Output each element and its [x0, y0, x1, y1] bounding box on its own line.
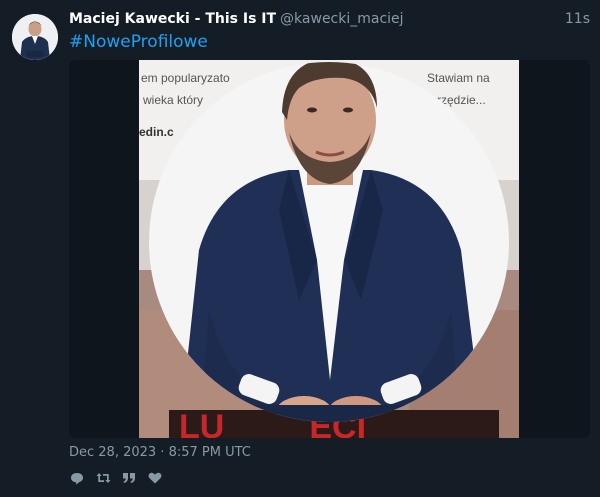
retweet-button[interactable] — [95, 470, 111, 486]
tweet-date[interactable]: Dec 28, 2023 · 8:57 PM UTC — [69, 445, 251, 460]
tweet-media[interactable]: em popularyzato Stawiam na wieka który r… — [69, 60, 590, 438]
avatar[interactable] — [12, 14, 58, 60]
bg-text-line1: em popularyzato — [141, 71, 230, 85]
author-name[interactable]: Maciej Kawecki - This Is IT — [69, 11, 276, 27]
quote-icon — [123, 473, 135, 483]
reply-icon — [71, 472, 83, 485]
like-button[interactable] — [147, 470, 163, 486]
tweet-time[interactable]: 11s — [565, 11, 590, 27]
hashtag-link[interactable]: #NoweProfilowe — [69, 32, 208, 52]
bg-text-line3: edin.c — [139, 125, 174, 139]
reply-button[interactable] — [69, 470, 85, 486]
profile-photo: em popularyzato Stawiam na wieka który r… — [139, 60, 519, 438]
quote-button[interactable] — [121, 470, 137, 486]
tweet-header: Maciej Kawecki - This Is IT @kawecki_maci… — [69, 11, 590, 31]
tweet-actions — [69, 470, 163, 486]
bg-text-line1-right: Stawiam na — [427, 71, 490, 85]
author-handle[interactable]: @kawecki_maciej — [280, 11, 404, 27]
heart-icon — [148, 472, 162, 484]
bg-text-line2: wieka który — [142, 93, 203, 107]
retweet-icon — [96, 473, 110, 483]
tweet: Maciej Kawecki - This Is IT @kawecki_maci… — [0, 0, 600, 497]
